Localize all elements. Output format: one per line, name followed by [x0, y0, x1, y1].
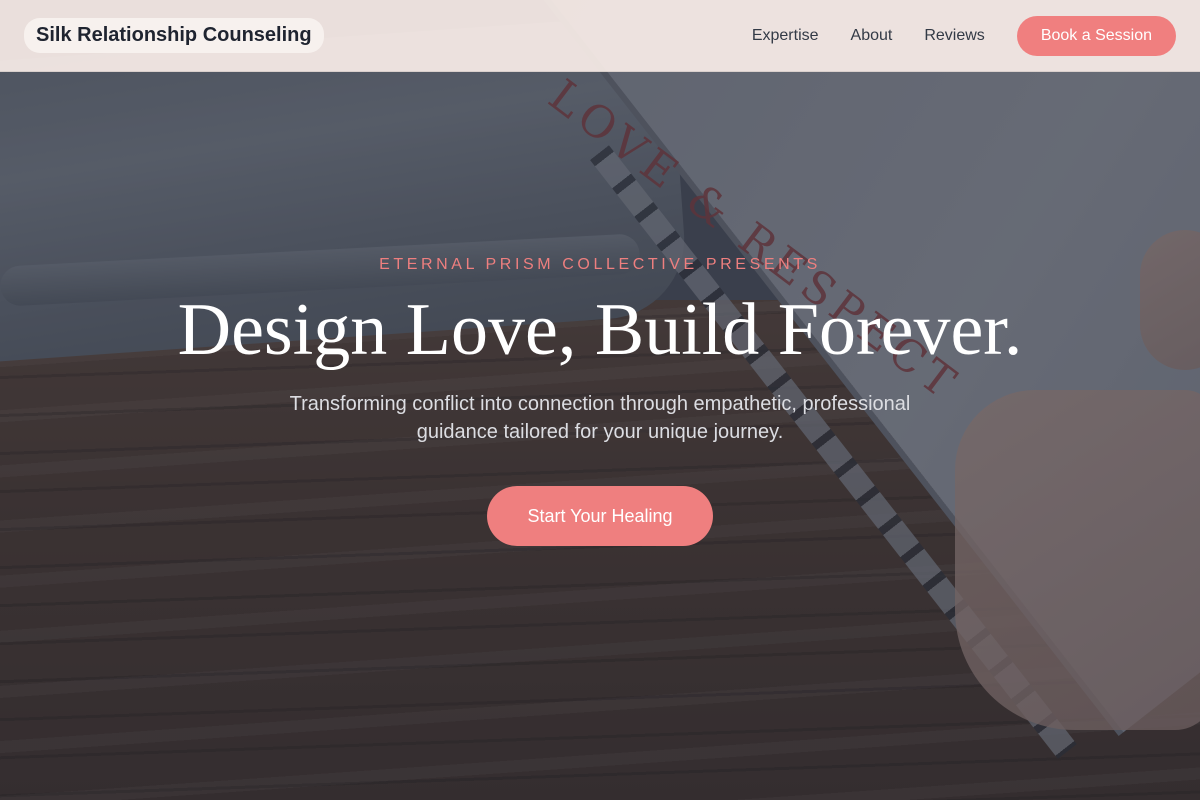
hero-eyebrow: ETERNAL PRISM COLLECTIVE PRESENTS	[379, 256, 821, 273]
start-healing-button[interactable]: Start Your Healing	[487, 486, 713, 546]
hero-subtitle: Transforming conflict into connection th…	[289, 393, 911, 443]
hero-headline: Design Love, Build Forever.	[177, 289, 1023, 371]
hero-section: ETERNAL PRISM COLLECTIVE PRESENTS Design…	[0, 0, 1200, 800]
